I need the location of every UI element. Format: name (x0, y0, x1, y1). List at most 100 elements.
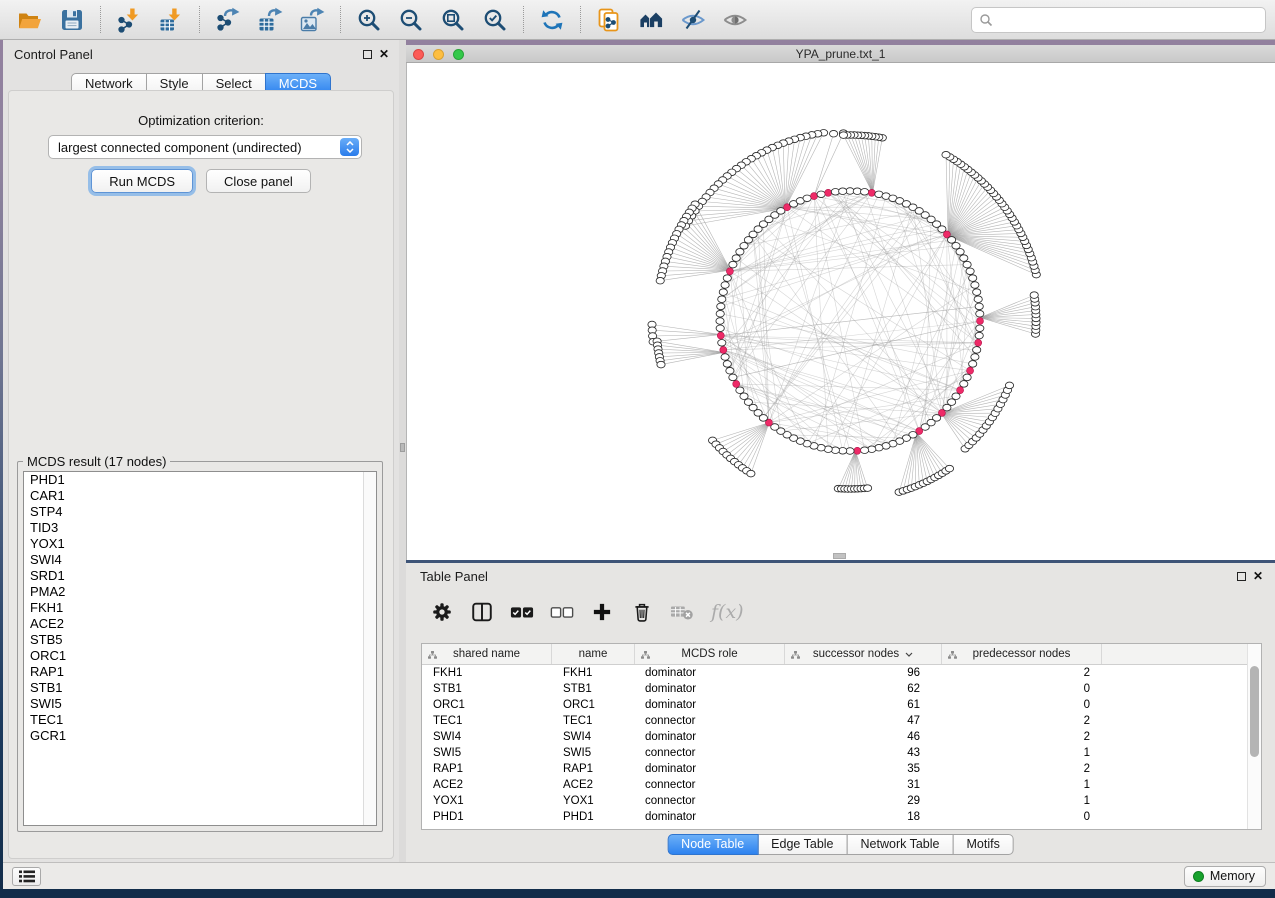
table-row[interactable]: STB1STB1dominator620 (422, 681, 1261, 697)
mcds-node-item[interactable]: PMA2 (24, 584, 376, 600)
mcds-node-item[interactable]: TID3 (24, 520, 376, 536)
network-overview-icon[interactable] (636, 5, 666, 35)
zoom-out-icon[interactable] (396, 5, 426, 35)
cell-shared-name: SWI4 (422, 729, 552, 745)
mcds-node-item[interactable]: ACE2 (24, 616, 376, 632)
network-window-titlebar[interactable]: YPA_prune.txt_1 (406, 45, 1275, 63)
clone-network-icon[interactable] (594, 5, 624, 35)
float-table-panel-icon[interactable] (1237, 572, 1246, 581)
shared-column-icon (948, 650, 957, 662)
table-settings-gear-icon[interactable] (425, 596, 459, 628)
mcds-node-item[interactable]: STB5 (24, 632, 376, 648)
cell-shared-name: FKH1 (422, 665, 552, 681)
cell-MCDS-role: dominator (635, 681, 785, 697)
close-panel-icon[interactable]: ✕ (379, 50, 389, 59)
show-console-button[interactable] (12, 867, 41, 886)
select-all-icon[interactable] (505, 596, 539, 628)
show-panels-icon[interactable] (720, 5, 750, 35)
delete-table-icon (665, 596, 699, 628)
export-table-icon[interactable] (255, 5, 285, 35)
mcds-node-item[interactable]: FKH1 (24, 600, 376, 616)
tab-motifs[interactable]: Motifs (952, 834, 1013, 855)
shared-column-icon (428, 650, 437, 662)
delete-column-icon[interactable] (625, 596, 659, 628)
column-header-shared-name[interactable]: shared name (422, 644, 552, 664)
table-row[interactable]: ACE2ACE2connector311 (422, 777, 1261, 793)
cell-MCDS-role: dominator (635, 809, 785, 825)
cell-predecessor-nodes: 2 (942, 729, 1102, 745)
mcds-node-item[interactable]: YOX1 (24, 536, 376, 552)
save-session-icon[interactable] (57, 5, 87, 35)
hide-panels-icon[interactable] (678, 5, 708, 35)
table-scrollbar[interactable] (1247, 644, 1261, 829)
column-header-predecessor-nodes[interactable]: predecessor nodes (942, 644, 1102, 664)
column-header-successor-nodes[interactable]: successor nodes (785, 644, 942, 664)
memory-button[interactable]: Memory (1184, 866, 1266, 887)
mcds-node-item[interactable]: ORC1 (24, 648, 376, 664)
float-panel-icon[interactable] (363, 50, 372, 59)
divider-grip[interactable] (400, 443, 405, 452)
show-columns-icon[interactable] (465, 596, 499, 628)
tab-node-table[interactable]: Node Table (667, 834, 758, 855)
mcds-node-item[interactable]: PHD1 (24, 472, 376, 488)
mcds-node-item[interactable]: GCR1 (24, 728, 376, 744)
table-row[interactable]: ORC1ORC1dominator610 (422, 697, 1261, 713)
column-header-name[interactable]: name (552, 644, 635, 664)
table-header-row: shared namenameMCDS rolesuccessor nodesp… (422, 644, 1261, 665)
export-network-icon[interactable] (213, 5, 243, 35)
mcds-node-item[interactable]: STB1 (24, 680, 376, 696)
add-column-icon[interactable] (585, 596, 619, 628)
export-image-icon[interactable] (297, 5, 327, 35)
table-row[interactable]: YOX1YOX1connector291 (422, 793, 1261, 809)
cell-name: ORC1 (552, 697, 635, 713)
search-field[interactable] (971, 7, 1266, 33)
cell-successor-nodes: 46 (785, 729, 942, 745)
tab-network-table[interactable]: Network Table (847, 834, 954, 855)
dropdown-stepper-icon (340, 138, 359, 156)
cell-name: PHD1 (552, 809, 635, 825)
cell-successor-nodes: 35 (785, 761, 942, 777)
zoom-in-icon[interactable] (354, 5, 384, 35)
maximize-window-icon[interactable] (453, 49, 464, 60)
panel-divider[interactable] (399, 40, 406, 862)
table-row[interactable]: SWI4SWI4dominator462 (422, 729, 1261, 745)
cell-successor-nodes: 43 (785, 745, 942, 761)
tab-edge-table[interactable]: Edge Table (757, 834, 847, 855)
zoom-fit-icon[interactable] (438, 5, 468, 35)
table-row[interactable]: TEC1TEC1connector472 (422, 713, 1261, 729)
criterion-dropdown[interactable]: largest connected component (undirected) (48, 135, 362, 159)
mcds-node-item[interactable]: SWI5 (24, 696, 376, 712)
close-table-panel-icon[interactable]: ✕ (1253, 572, 1263, 581)
cell-shared-name: TEC1 (422, 713, 552, 729)
table-scrollbar-thumb[interactable] (1250, 666, 1259, 757)
close-window-icon[interactable] (413, 49, 424, 60)
list-scrollbar[interactable] (363, 472, 376, 825)
table-panel-title: Table Panel (420, 569, 488, 584)
deselect-all-icon[interactable] (545, 596, 579, 628)
cell-MCDS-role: dominator (635, 697, 785, 713)
mcds-result-list[interactable]: PHD1CAR1STP4TID3YOX1SWI4SRD1PMA2FKH1ACE2… (23, 471, 377, 826)
close-panel-button[interactable]: Close panel (206, 169, 311, 193)
search-input[interactable] (993, 13, 1243, 27)
table-row[interactable]: FKH1FKH1dominator962 (422, 665, 1261, 681)
mcds-node-item[interactable]: RAP1 (24, 664, 376, 680)
open-session-icon[interactable] (15, 5, 45, 35)
table-row[interactable]: PHD1PHD1dominator180 (422, 809, 1261, 825)
run-mcds-button[interactable]: Run MCDS (91, 169, 193, 193)
canvas-hscrollbar[interactable] (833, 553, 846, 559)
mcds-node-item[interactable]: SRD1 (24, 568, 376, 584)
mcds-node-item[interactable]: CAR1 (24, 488, 376, 504)
table-row[interactable]: RAP1RAP1dominator352 (422, 761, 1261, 777)
refresh-layout-icon[interactable] (537, 5, 567, 35)
import-table-icon[interactable] (156, 5, 186, 35)
cell-name: YOX1 (552, 793, 635, 809)
table-row[interactable]: SWI5SWI5connector431 (422, 745, 1261, 761)
mcds-node-item[interactable]: TEC1 (24, 712, 376, 728)
zoom-selected-icon[interactable] (480, 5, 510, 35)
column-header-MCDS-role[interactable]: MCDS role (635, 644, 785, 664)
mcds-node-item[interactable]: SWI4 (24, 552, 376, 568)
network-canvas[interactable] (406, 63, 1275, 560)
import-network-icon[interactable] (114, 5, 144, 35)
mcds-node-item[interactable]: STP4 (24, 504, 376, 520)
minimize-window-icon[interactable] (433, 49, 444, 60)
